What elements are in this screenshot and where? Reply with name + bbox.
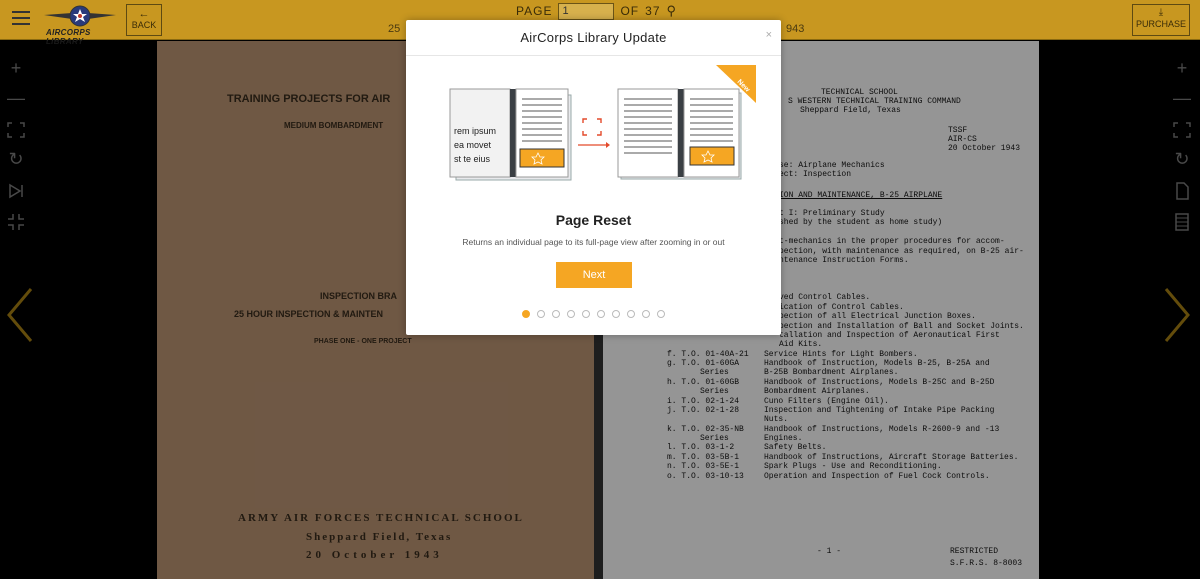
- carousel-dot[interactable]: [612, 310, 620, 318]
- search-icon[interactable]: ⚲: [667, 3, 678, 19]
- illustration-text: st te eius: [454, 154, 491, 164]
- modal-feature-title: Page Reset: [555, 212, 632, 228]
- page-subtitle-left: 25: [388, 23, 401, 35]
- next-button[interactable]: Next: [556, 262, 632, 288]
- page-number-input[interactable]: [558, 2, 615, 20]
- back-button[interactable]: ← BACK: [126, 4, 162, 36]
- carousel-dot[interactable]: [537, 310, 545, 318]
- reset-arrow-icon: [578, 118, 610, 148]
- carousel-dot[interactable]: [522, 310, 530, 318]
- modal-header: AirCorps Library Update: [406, 20, 781, 56]
- page-subtitle-right: 943: [786, 23, 805, 35]
- illustration-text: rem ipsum: [454, 126, 496, 136]
- update-modal: AirCorps Library Update × rem ipsum ea m…: [406, 20, 781, 335]
- carousel-dots: [522, 310, 672, 318]
- aircorps-logo[interactable]: AIRCORPS LIBRARY: [42, 3, 118, 46]
- of-label: OF: [620, 4, 640, 18]
- carousel-dot[interactable]: [567, 310, 575, 318]
- menu-icon[interactable]: [12, 11, 30, 29]
- total-pages: 37: [645, 4, 661, 18]
- carousel-dot[interactable]: [627, 310, 635, 318]
- carousel-dot[interactable]: [642, 310, 650, 318]
- back-label: BACK: [131, 20, 157, 30]
- modal-feature-description: Returns an individual page to its full-p…: [462, 237, 725, 247]
- download-icon: ⤓: [1158, 7, 1164, 18]
- page-navigator: PAGE OF 37 ⚲: [516, 2, 677, 20]
- purchase-button[interactable]: ⤓ PURCHASE: [1132, 4, 1190, 36]
- carousel-dot[interactable]: [657, 310, 665, 318]
- back-arrow-icon: ←: [138, 8, 150, 20]
- carousel-dot[interactable]: [597, 310, 605, 318]
- page-label: PAGE: [516, 4, 553, 18]
- carousel-dot[interactable]: [552, 310, 560, 318]
- purchase-label: PURCHASE: [1135, 19, 1186, 29]
- carousel-dot[interactable]: [582, 310, 590, 318]
- page-reset-illustration: rem ipsum ea movet st te eius New: [449, 65, 756, 181]
- illustration-text: ea movet: [454, 140, 492, 150]
- close-icon[interactable]: ×: [766, 29, 772, 41]
